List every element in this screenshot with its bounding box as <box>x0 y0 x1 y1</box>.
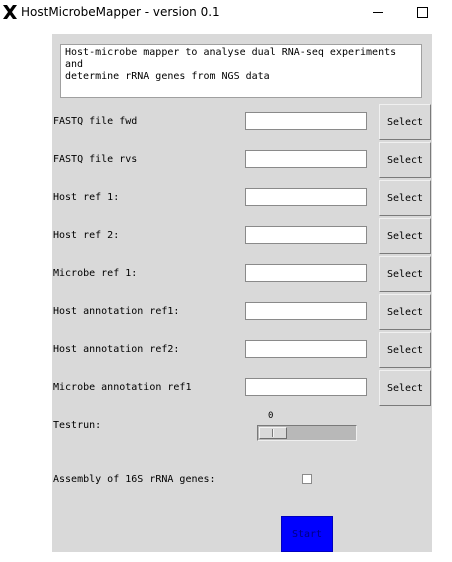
microbe-annotation-ref1-input[interactable] <box>245 378 367 396</box>
testrun-value: 0 <box>268 411 274 421</box>
row-label: FASTQ file rvs <box>53 154 138 165</box>
description-text[interactable]: Host-microbe mapper to analyse dual RNA-… <box>60 44 422 98</box>
select-fastq-fwd-button[interactable]: Select <box>379 104 431 140</box>
fastq-fwd-input[interactable] <box>245 112 367 130</box>
row-label: Host annotation ref1: <box>53 306 180 317</box>
title-bar[interactable]: HostMicrobeMapper - version 0.1 <box>0 0 452 26</box>
select-microbe-annotation-ref1-button[interactable]: Select <box>379 370 431 406</box>
row-label: Host ref 1: <box>53 192 120 203</box>
minimize-button[interactable] <box>356 0 400 24</box>
maximize-icon <box>416 6 428 18</box>
host-annotation-ref1-input[interactable] <box>245 302 367 320</box>
start-button[interactable]: Start <box>281 516 333 552</box>
assembly-checkbox[interactable] <box>302 474 312 484</box>
select-fastq-rvs-button[interactable]: Select <box>379 142 431 178</box>
row-label: Host annotation ref2: <box>53 344 180 355</box>
row-label: Host ref 2: <box>53 230 120 241</box>
row-host-annotation-ref2: Host annotation ref2: Select <box>52 332 432 370</box>
row-label: FASTQ file fwd <box>53 116 138 127</box>
minimize-icon <box>373 11 383 13</box>
assembly-label: Assembly of 16S rRNA genes: <box>53 474 216 485</box>
app-window: HostMicrobeMapper - version 0.1 Host-mic… <box>0 0 452 562</box>
host-ref-1-input[interactable] <box>245 188 367 206</box>
row-microbe-ref-1: Microbe ref 1: Select <box>52 256 432 294</box>
row-label: Microbe ref 1: <box>53 268 138 279</box>
testrun-slider[interactable] <box>257 425 357 441</box>
select-host-annotation-ref2-button[interactable]: Select <box>379 332 431 368</box>
row-fastq-fwd: FASTQ file fwd Select <box>52 104 432 142</box>
row-microbe-annotation-ref1: Microbe annotation ref1 Select <box>52 370 432 408</box>
window-title: HostMicrobeMapper - version 0.1 <box>21 5 220 19</box>
select-microbe-ref-1-button[interactable]: Select <box>379 256 431 292</box>
select-host-ref-2-button[interactable]: Select <box>379 218 431 254</box>
testrun-label: Testrun: <box>53 420 102 431</box>
microbe-ref-1-input[interactable] <box>245 264 367 282</box>
row-fastq-rvs: FASTQ file rvs Select <box>52 142 432 180</box>
select-host-ref-1-button[interactable]: Select <box>379 180 431 216</box>
main-panel: Host-microbe mapper to analyse dual RNA-… <box>52 34 432 552</box>
host-annotation-ref2-input[interactable] <box>245 340 367 358</box>
row-host-ref-1: Host ref 1: Select <box>52 180 432 218</box>
maximize-button[interactable] <box>400 0 444 24</box>
fastq-rvs-input[interactable] <box>245 150 367 168</box>
x-app-icon <box>3 5 17 19</box>
slider-thumb[interactable] <box>259 427 287 439</box>
row-host-annotation-ref1: Host annotation ref1: Select <box>52 294 432 332</box>
select-host-annotation-ref1-button[interactable]: Select <box>379 294 431 330</box>
row-label: Microbe annotation ref1 <box>53 382 192 393</box>
row-host-ref-2: Host ref 2: Select <box>52 218 432 256</box>
host-ref-2-input[interactable] <box>245 226 367 244</box>
